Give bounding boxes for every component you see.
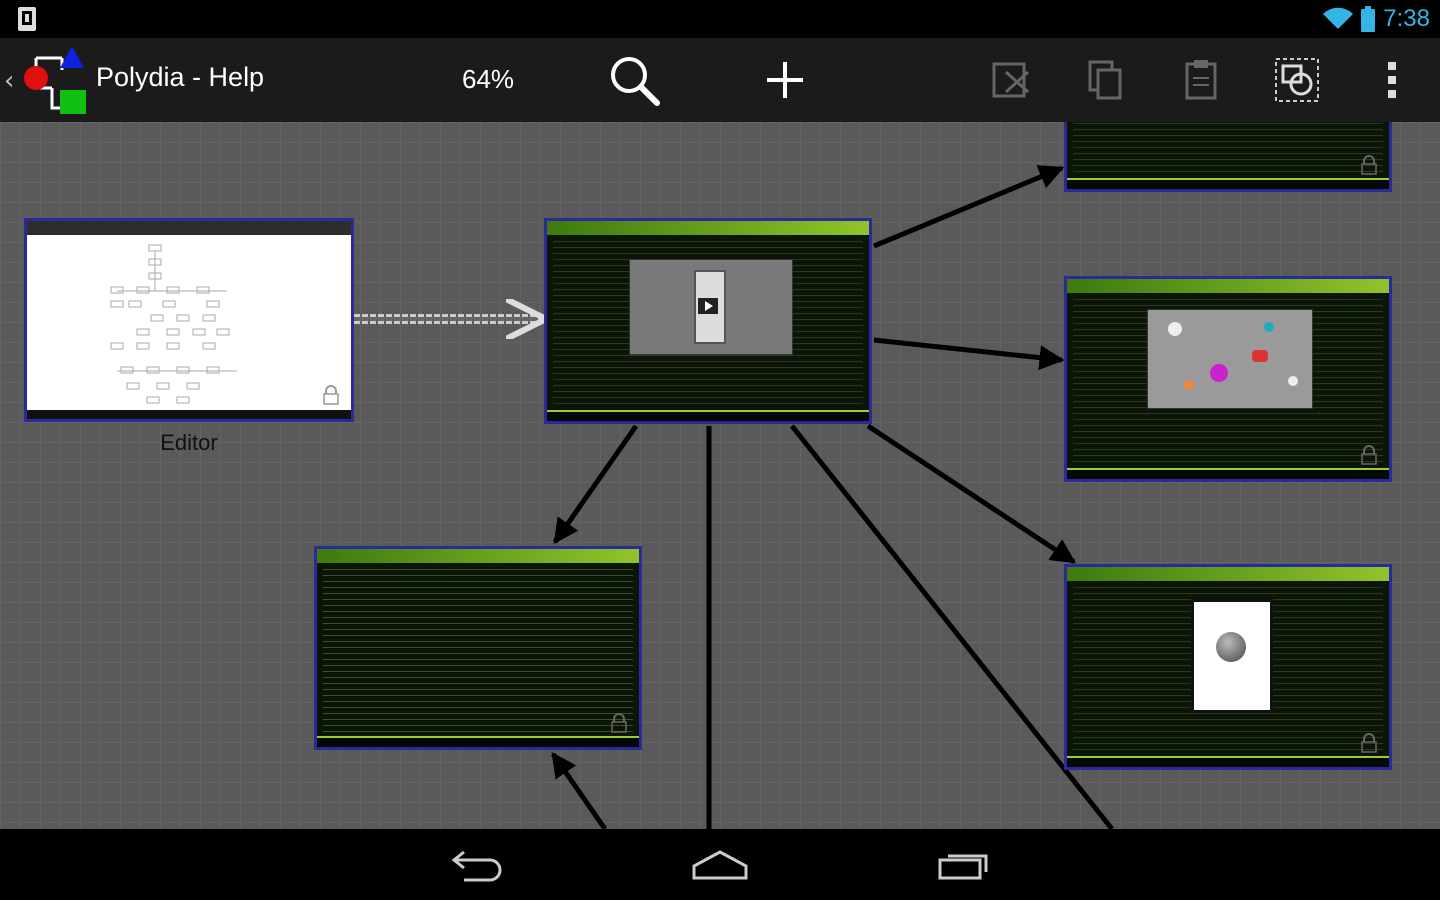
app-logo-icon[interactable]	[22, 44, 88, 116]
lock-icon	[323, 385, 339, 405]
app-title: Polydia - Help	[96, 62, 265, 92]
tree-diagram-thumbnail	[110, 244, 237, 404]
add-button[interactable]	[757, 52, 813, 108]
cut-button[interactable]	[982, 52, 1038, 108]
clock: 7:38	[1383, 5, 1430, 32]
node-help-device[interactable]	[1064, 564, 1392, 770]
connector-bottom-to-text	[550, 751, 608, 829]
connector-main-to-device	[866, 423, 1077, 565]
lock-icon	[1361, 155, 1377, 175]
overflow-menu-icon	[1388, 62, 1396, 98]
status-icons: 7:38	[1323, 0, 1430, 38]
search-button[interactable]	[606, 52, 662, 108]
node-statusbar	[1067, 756, 1389, 767]
home-icon	[692, 850, 748, 880]
home-button[interactable]	[680, 841, 760, 889]
play-icon	[698, 298, 718, 314]
back-button[interactable]	[438, 841, 518, 889]
back-icon	[451, 850, 502, 882]
action-bar: ‹ Polydia - Help 64%	[0, 38, 1440, 122]
node-help-main[interactable]	[544, 218, 872, 424]
node-titlebar	[1067, 279, 1389, 293]
device-thumbnail	[1191, 599, 1273, 713]
diagram-canvas[interactable]: Editor	[0, 122, 1440, 829]
lock-icon	[611, 713, 627, 733]
node-titlebar	[27, 221, 351, 235]
wifi-icon	[1323, 7, 1354, 30]
node-titlebar	[547, 221, 869, 235]
up-caret-icon[interactable]: ‹	[4, 66, 14, 96]
select-icon	[1275, 58, 1319, 102]
connector-main-to-visualizer	[873, 337, 1065, 371]
cut-icon	[992, 62, 1030, 98]
zoom-level[interactable]: 64%	[462, 64, 514, 95]
overflow-menu-button[interactable]	[1364, 52, 1420, 108]
video-thumbnail	[629, 259, 793, 355]
battery-icon	[1361, 6, 1376, 32]
status-bar: 7:38	[0, 0, 1440, 38]
select-button[interactable]	[1269, 52, 1325, 108]
node-editor[interactable]	[24, 218, 354, 422]
search-icon	[611, 57, 660, 106]
connector-main-to-top-right	[873, 165, 1065, 249]
visualizer-thumbnail	[1147, 309, 1313, 409]
node-text-lines	[1073, 123, 1383, 175]
copy-button[interactable]	[1078, 52, 1134, 108]
node-help-text[interactable]	[314, 546, 642, 750]
node-statusbar	[27, 410, 351, 419]
recent-apps-icon	[938, 854, 988, 880]
node-text-lines	[323, 569, 633, 733]
phone-icon	[18, 7, 36, 31]
node-statusbar	[317, 736, 639, 747]
lock-icon	[1361, 445, 1377, 465]
recent-apps-button[interactable]	[924, 841, 1004, 889]
paste-button[interactable]	[1173, 52, 1229, 108]
navigation-bar	[0, 829, 1440, 900]
node-statusbar	[1067, 178, 1389, 189]
node-statusbar	[1067, 468, 1389, 479]
add-icon	[767, 62, 803, 98]
node-help-visualizer[interactable]	[1064, 276, 1392, 482]
copy-icon	[1088, 60, 1122, 100]
connector-main-to-text	[552, 424, 639, 545]
paste-icon	[1185, 60, 1217, 100]
node-label-editor: Editor	[160, 430, 218, 455]
node-help-top-right[interactable]	[1064, 122, 1392, 192]
node-titlebar	[1067, 567, 1389, 581]
node-titlebar	[317, 549, 639, 563]
node-statusbar	[547, 410, 869, 421]
lock-icon	[1361, 733, 1377, 753]
